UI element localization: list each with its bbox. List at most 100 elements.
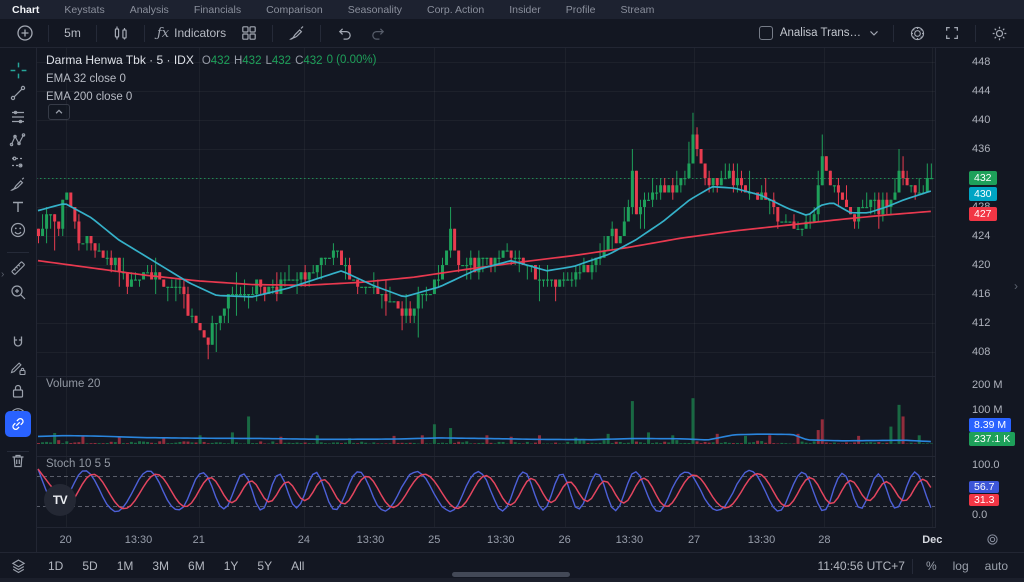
undo-icon [336,25,353,42]
stoch-pane-title[interactable]: Stoch 10 5 5 [46,458,111,470]
scale-button-percent[interactable]: % [920,557,943,575]
chart-toolbar: 5m ƒx Indicators [0,19,1024,48]
indicators-button[interactable]: ƒx Indicators [153,22,230,45]
ohlc-key: O [202,55,211,67]
bottom-separator [912,559,913,574]
tab-chart[interactable]: Chart [12,4,39,16]
emoji-icon [9,221,27,239]
toolbar-separator [893,25,894,42]
change-value: 0 (0.00%) [327,54,377,66]
range-button-5d[interactable]: 5D [75,557,104,575]
price-tick-label: 420 [972,259,990,271]
tab-stream[interactable]: Stream [620,4,654,16]
tab-analysis[interactable]: Analysis [130,4,169,16]
undo-button[interactable] [329,22,360,45]
indicators-label: Indicators [174,26,226,40]
add-symbol-button[interactable] [9,22,40,45]
chart-style-button[interactable] [105,22,136,45]
range-button-5y[interactable]: 5Y [250,557,279,575]
range-button-6m[interactable]: 6M [181,557,212,575]
gear-icon [986,533,999,546]
fullscreen-button[interactable] [936,22,967,45]
ohlc-value: 432 [242,55,261,67]
fx-icon: ƒx [157,26,169,41]
tab-seasonality[interactable]: Seasonality [348,4,402,16]
ema200-price-badge: 427 [969,207,997,221]
range-button-all[interactable]: All [284,557,311,575]
lock-all-icon [9,382,27,400]
ohlc-values: O432H432L432C432 [198,53,323,67]
price-tick-label: 444 [972,85,990,97]
range-buttons: 1D 5D 1M3M 6M 1Y5Y All [41,557,311,575]
price-axis[interactable]: 4484444404364324284244204164124084324304… [935,47,1024,552]
range-button-1d[interactable]: 1D [41,557,70,575]
interval-button[interactable]: 5m [57,22,88,45]
toolbar-left-group: 5m ƒx Indicators [9,22,394,45]
time-axis[interactable]: 2013:30212413:302513:302613:302713:3028D… [36,528,1024,552]
redo-icon [370,25,387,42]
time-axis-gear-button[interactable] [986,533,999,551]
stoch-k-badge: 56.7 [969,481,999,493]
toolbar-separator [48,25,49,42]
chart-region: Darma Henwa Tbk · 5 · IDX O432H432L432C4… [36,47,935,552]
toolbar-separator [144,25,145,42]
ema32-price-badge: 430 [969,187,997,201]
legend-ema32-row[interactable]: EMA 32 close 0 [46,73,376,85]
quick-draw-button[interactable] [281,22,312,45]
time-label: 28 [818,534,830,546]
layout-grid-button[interactable] [233,22,264,45]
ruler-tool[interactable] [5,255,31,281]
chevron-up-icon [54,107,64,117]
tab-corp-action[interactable]: Corp. Action [427,4,484,16]
range-button-3m[interactable]: 3M [145,557,176,575]
theme-toggle-button[interactable] [984,22,1015,45]
clock-button[interactable]: 11:40:56 UTC+7 [817,559,905,573]
scale-button-auto[interactable]: auto [979,557,1014,575]
pane-separator[interactable] [36,376,1024,377]
time-label: 13:30 [125,534,153,546]
chart-settings-button[interactable] [902,22,933,45]
tradingview-logo[interactable]: TV [44,484,76,516]
scale-button-log[interactable]: log [947,557,975,575]
trend-line-icon [9,84,27,102]
range-button-1m[interactable]: 1M [110,557,141,575]
tab-comparison[interactable]: Comparison [266,4,323,16]
range-button-1y[interactable]: 1Y [217,557,246,575]
toolbar-separator [320,25,321,42]
horizontal-scrollbar[interactable] [452,572,570,577]
stoch-tick-label: 100.0 [972,459,1000,471]
sidebar-expander-icon[interactable]: › [1,269,4,280]
tab-profile[interactable]: Profile [566,4,596,16]
stoch-tick-label: 0.0 [972,509,987,521]
legend-ema200-row[interactable]: EMA 200 close 0 [46,91,376,103]
symbol-title[interactable]: Darma Henwa Tbk · 5 · IDX [46,53,194,67]
toolbar-separator [975,25,976,42]
trend-line-tool[interactable] [5,80,31,106]
watchlist-expander-icon[interactable]: › [1014,279,1018,293]
trading-chart-app: Chart Keystats Analysis Financials Compariso… [0,0,1024,582]
gear-icon [909,25,926,42]
sun-icon [991,25,1008,42]
candlestick-icon [112,24,130,42]
layout-checkbox[interactable] [759,26,773,40]
volume-tick-label: 200 M [972,379,1003,391]
zoom-in-tool[interactable] [5,279,31,305]
magnet-tool[interactable] [5,330,31,356]
tab-financials[interactable]: Financials [194,4,241,16]
emoji-tool[interactable] [5,217,31,243]
tab-keystats[interactable]: Keystats [64,4,104,16]
pane-separator[interactable] [36,456,1024,457]
toolbar-right-group: Analisa Trans… [755,22,1015,45]
crosshair-icon [9,61,28,80]
layers-button[interactable] [10,558,27,575]
top-tab-bar: Chart Keystats Analysis Financials Compariso… [0,0,1024,19]
time-label: 27 [688,534,700,546]
tab-insider[interactable]: Insider [509,4,541,16]
link-drawings-tool[interactable] [5,411,31,437]
volume-pane-title[interactable]: Volume 20 [46,378,100,390]
layout-select-button[interactable]: Analisa Trans… [755,22,885,45]
legend-collapse-button[interactable] [48,104,70,120]
redo-button[interactable] [363,22,394,45]
remove-drawings-tool[interactable] [5,448,31,474]
time-label: 13:30 [748,534,776,546]
